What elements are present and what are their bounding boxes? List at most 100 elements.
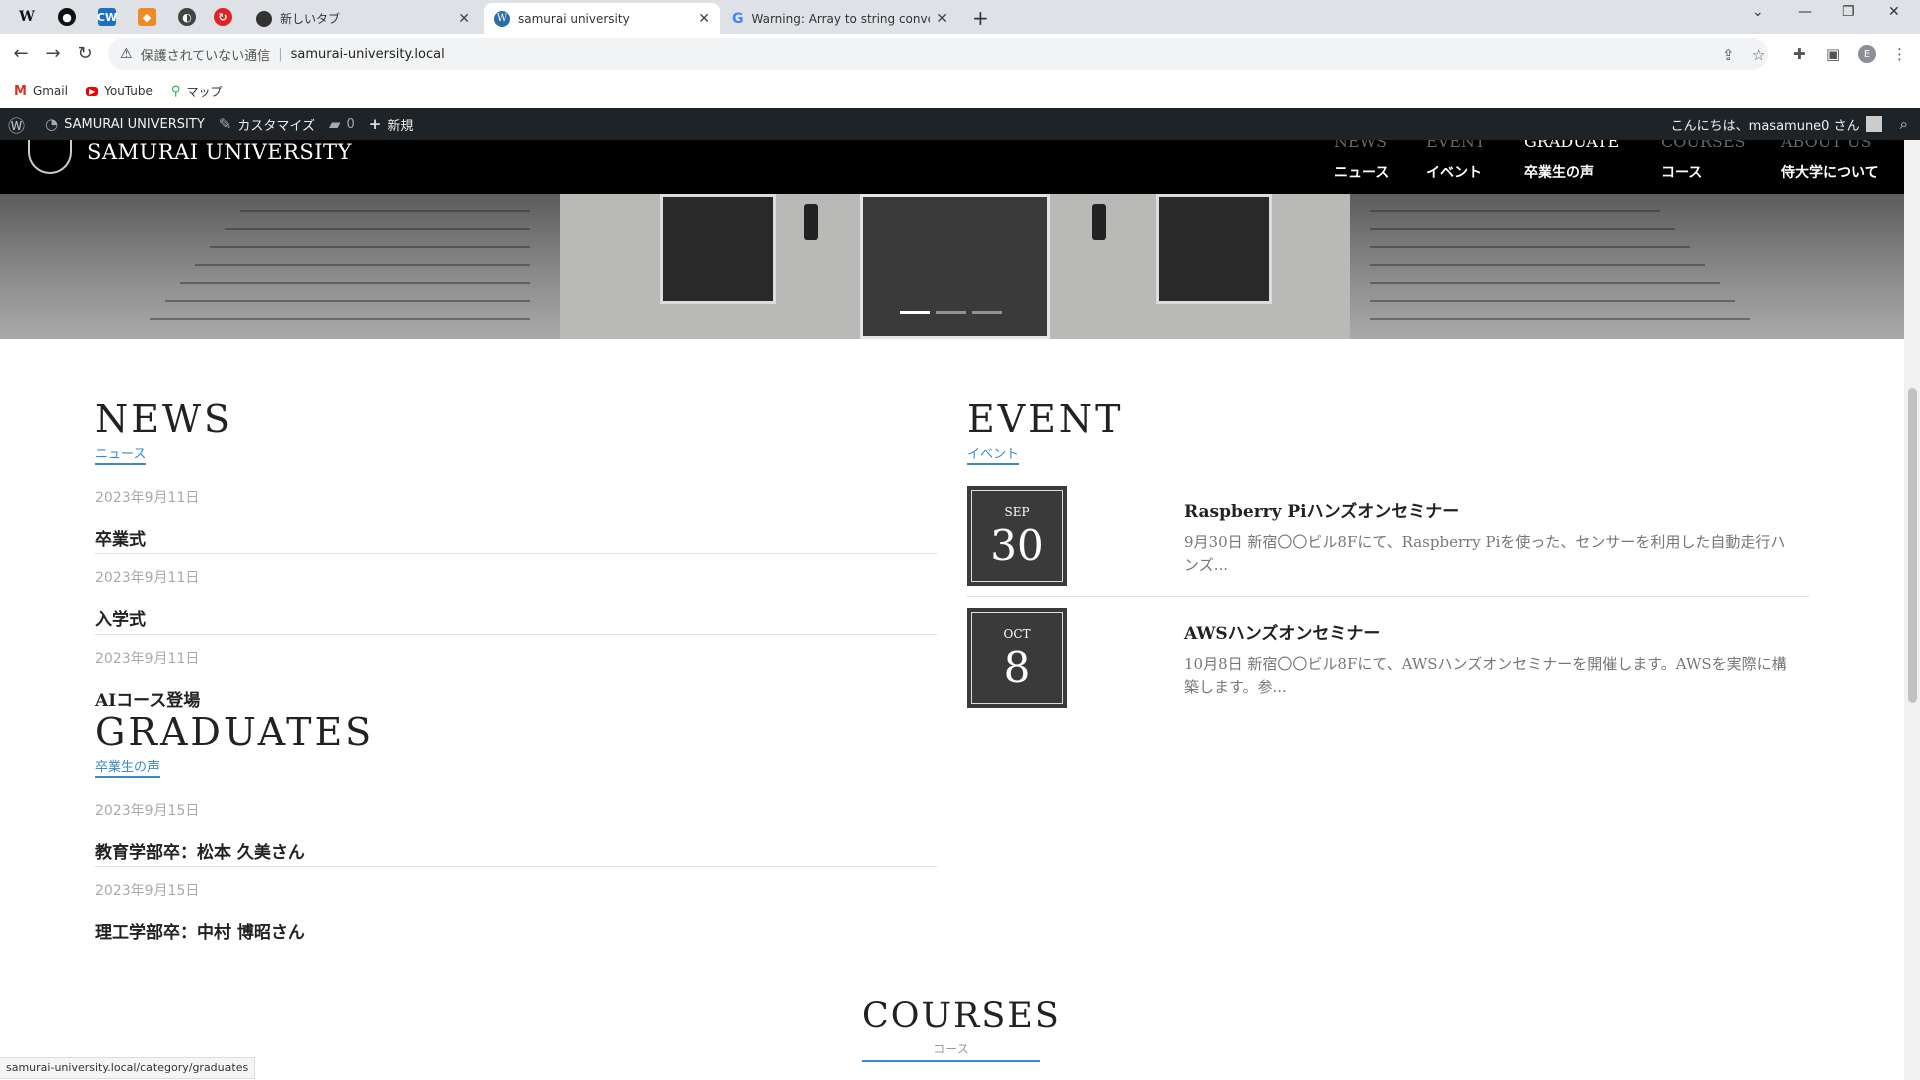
pinned-tab-globe[interactable]: ◐ [174,5,200,29]
bookmark-star-icon[interactable]: ☆ [1752,46,1765,64]
hero-stairs-left [0,194,560,339]
post-title[interactable]: AIコース登場 [95,686,937,711]
restore-button[interactable]: ❐ [1842,4,1855,20]
gmail-icon: M [14,83,27,99]
event-heading: EVENT [967,397,1124,441]
site-header: SAMURAI UNIVERSITY NEWS ニュース EVENT イベント … [0,140,1904,194]
close-icon[interactable]: ✕ [936,11,948,27]
event-month: SEP [1004,505,1030,519]
graduates-heading: GRADUATES [95,710,375,754]
slider-dot-1[interactable] [900,311,930,314]
slider-dot-3[interactable] [972,311,1002,314]
divider [95,866,937,867]
browser-toolbar: ← → ↻ ⚠ 保護されていない通信 | samurai-university.… [0,34,1920,74]
event-date-box[interactable]: SEP 30 [967,486,1067,586]
nav-en-label: ABOUT US [1781,140,1872,150]
nav-courses[interactable]: COURSES コース [1661,140,1746,182]
wordpress-icon: W [494,10,510,27]
new-tab-button[interactable]: + [972,6,989,30]
hero-lamp [804,204,818,240]
extensions-icon[interactable]: ✚ [1793,45,1806,63]
hero-building [560,194,1350,339]
menu-icon[interactable]: ⋮ [1892,45,1907,63]
bookmark-gmail[interactable]: M Gmail [14,84,68,99]
minimize-button[interactable]: — [1798,4,1812,20]
nav-news[interactable]: NEWS ニュース [1334,140,1389,182]
news-post[interactable]: 2023年9月11日 AIコース登場 [95,648,937,711]
page-scrollbar[interactable] [1904,140,1920,1080]
hero-slider [0,194,1904,339]
security-label: 保護されていない通信 [140,48,271,64]
courses-subheading[interactable]: コース [862,1040,1040,1062]
admin-customize-label: カスタマイズ [237,118,315,134]
wp-logo[interactable]: Ⓦ [8,112,31,137]
admin-site-link[interactable]: ◔ SAMURAI UNIVERSITY [45,115,205,133]
slider-dot-2[interactable] [936,311,966,314]
pinned-tab-red[interactable]: ↻ [210,5,236,29]
admin-greeting: こんにちは、masamune0 さん [1670,118,1860,134]
pinned-tab-wikipedia[interactable]: W [14,5,40,29]
divider [967,596,1809,597]
plus-icon: + [368,115,382,133]
nav-about[interactable]: ABOUT US 侍大学について [1781,140,1879,182]
bookmark-youtube[interactable]: ▶ YouTube [85,84,153,98]
post-title[interactable]: 卒業式 [95,525,937,550]
search-icon[interactable]: ⌕ [1900,115,1908,133]
hero-lamp [1092,204,1106,240]
close-icon[interactable]: ✕ [458,11,470,27]
post-title[interactable]: 入学式 [95,605,937,630]
tab-samurai-university[interactable]: W samurai university ✕ [484,3,720,34]
side-panel-icon[interactable]: ▣ [1826,45,1840,63]
pinned-tab-github[interactable]: ● [54,5,80,29]
event-date-box[interactable]: OCT 8 [967,608,1067,708]
tab-search-icon[interactable]: ⌄ [1752,4,1764,20]
red-app-icon: ↻ [214,8,232,26]
admin-site-name: SAMURAI UNIVERSITY [64,116,205,132]
graduate-post[interactable]: 2023年9月15日 教育学部卒：松本 久美さん [95,800,937,863]
dashboard-icon: ◔ [45,115,59,133]
address-bar[interactable]: ⚠ 保護されていない通信 | samurai-university.local [108,38,1768,70]
pinned-tab-extension[interactable]: ◆ [134,5,160,29]
event-subheading[interactable]: イベント [967,443,1020,465]
event-title[interactable]: Raspberry Piハンズオンセミナー [1184,497,1459,522]
nav-ja-label: イベント [1426,165,1482,181]
back-button[interactable]: ← [10,43,32,64]
nav-ja-label: 卒業生の声 [1524,165,1594,181]
pinned-tab-cw[interactable]: CW [94,5,120,29]
admin-new-link[interactable]: + 新規 [369,115,414,134]
nav-graduate[interactable]: GRADUATE 卒業生の声 [1524,140,1619,182]
nav-ja-label: 侍大学について [1781,165,1879,181]
tab-new-tab[interactable]: 新しいタブ ✕ [246,3,480,34]
nav-event[interactable]: EVENT イベント [1426,140,1486,182]
close-icon[interactable]: ✕ [698,11,710,27]
scrollbar-thumb[interactable] [1908,388,1917,703]
post-title[interactable]: 理工学部卒：中村 博昭さん [95,918,937,943]
share-icon[interactable]: ⇪ [1722,46,1735,64]
post-date: 2023年9月15日 [95,803,200,819]
admin-comments-link[interactable]: ▰ 0 [329,115,355,133]
event-title[interactable]: AWSハンズオンセミナー [1184,619,1380,644]
graduates-subheading[interactable]: 卒業生の声 [95,756,161,778]
profile-avatar[interactable]: E [1858,45,1876,63]
site-logo[interactable]: SAMURAI UNIVERSITY [87,140,352,164]
reload-button[interactable]: ↻ [74,43,96,64]
admin-account[interactable]: こんにちは、masamune0 さん ⌕ [1671,108,1908,140]
post-date: 2023年9月15日 [95,883,200,899]
university-seal-icon[interactable] [28,140,72,174]
divider: | [278,46,283,62]
bookmark-maps[interactable]: ⚲ マップ [171,83,223,100]
admin-customize-link[interactable]: ✎ カスタマイズ [219,115,315,134]
news-post[interactable]: 2023年9月11日 卒業式 [95,487,937,550]
divider [95,553,937,554]
graduate-post[interactable]: 2023年9月15日 理工学部卒：中村 博昭さん [95,880,937,943]
news-post[interactable]: 2023年9月11日 入学式 [95,567,937,630]
bookmark-label: マップ [186,84,223,99]
post-title[interactable]: 教育学部卒：松本 久美さん [95,838,937,863]
close-window-button[interactable]: ✕ [1888,4,1900,20]
tab-strip: W ● CW ◆ ◐ ↻ 新しいタブ ✕ W samurai universit… [0,0,1920,34]
tab-warning[interactable]: G Warning: Array to string conversio ✕ [722,3,958,34]
forward-button[interactable]: → [42,43,64,64]
news-subheading[interactable]: ニュース [95,443,147,465]
warning-icon[interactable]: ⚠ [120,46,133,62]
wp-admin-bar: Ⓦ ◔ SAMURAI UNIVERSITY ✎ カスタマイズ ▰ 0 + 新規 こんに… [0,108,1920,140]
